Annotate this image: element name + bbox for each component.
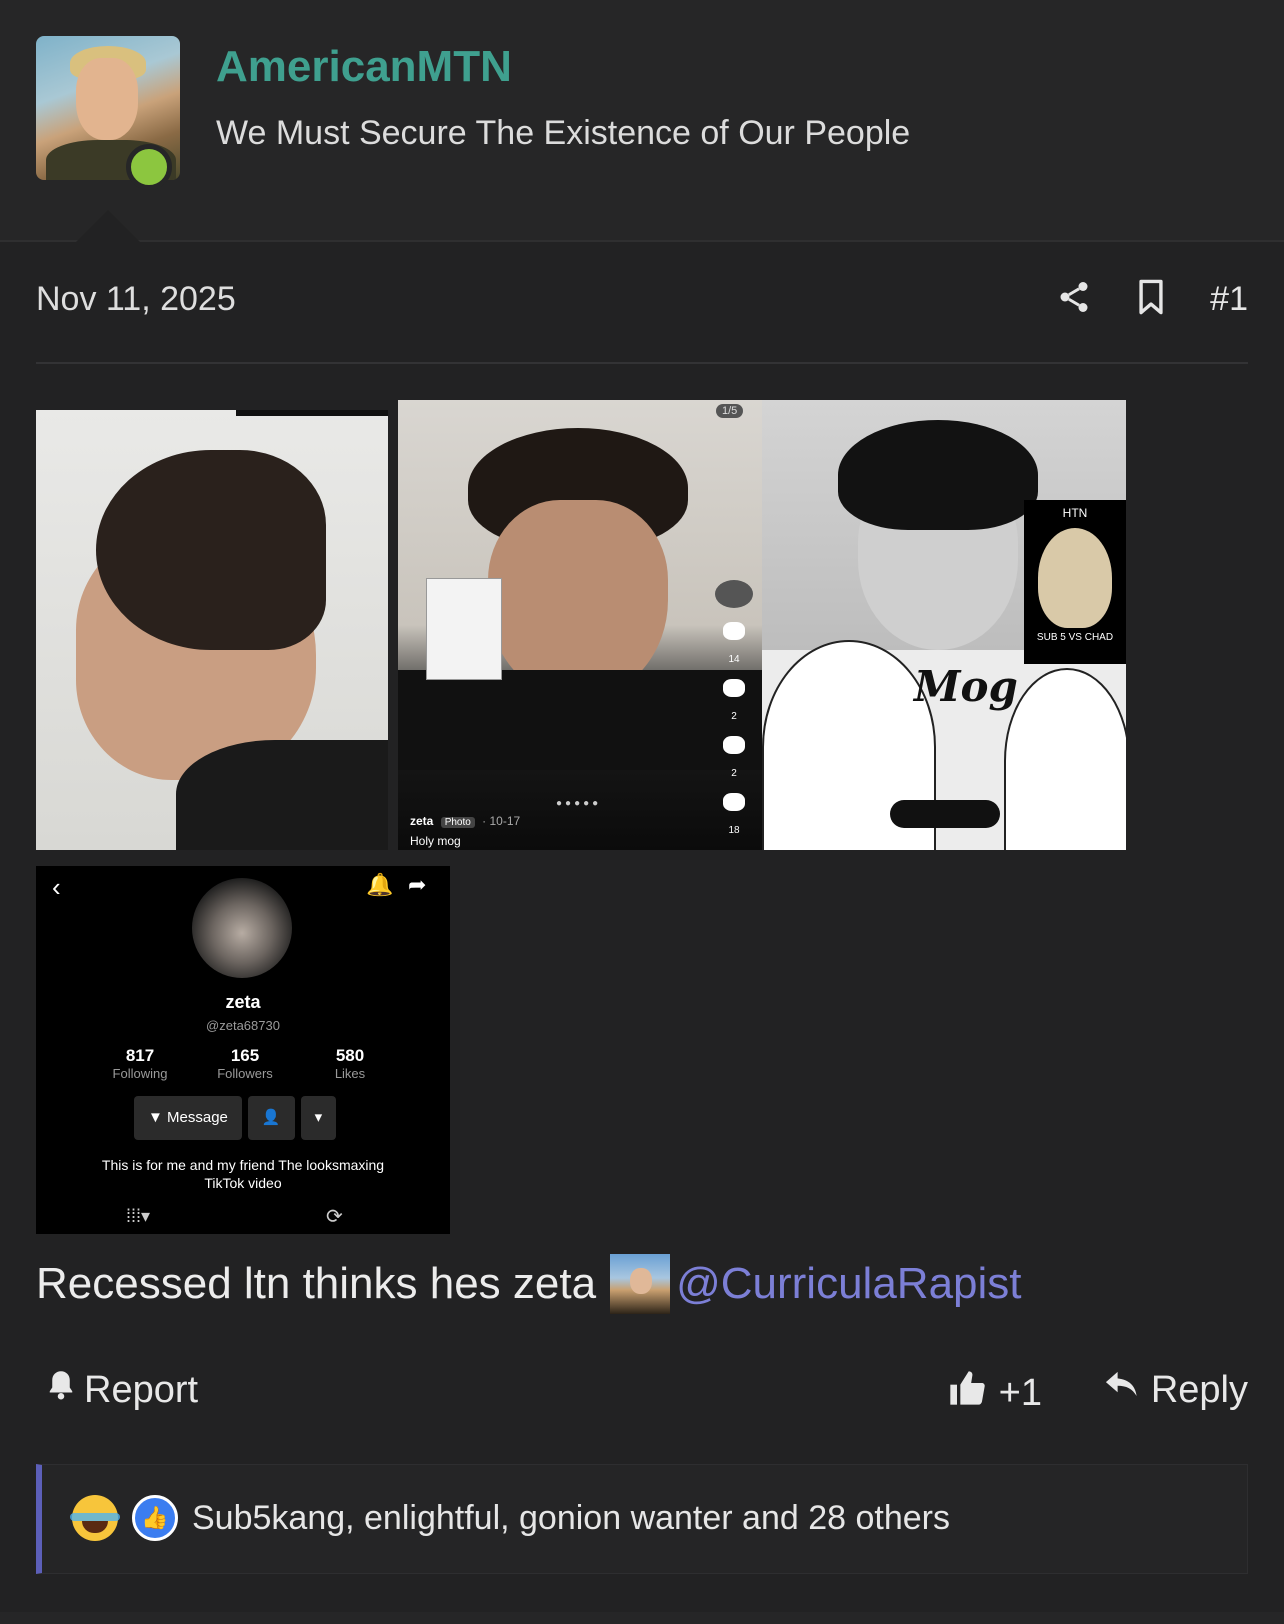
bio-line-2: TikTok video xyxy=(204,1175,282,1191)
dropdown-icon: ▾ xyxy=(300,1096,337,1140)
tiktok-caption-block: zeta Photo · 10-17 Holy mog xyxy=(410,812,520,850)
share-icon[interactable] xyxy=(1056,279,1092,320)
bell-icon xyxy=(46,1368,76,1412)
slide-counter: 1/5 xyxy=(716,404,744,418)
profile-buttons: ▼ Message 👤 ▾ xyxy=(134,1096,337,1140)
reply-button[interactable]: Reply xyxy=(1103,1368,1248,1412)
bell-icon: 🔔 xyxy=(366,872,394,897)
post-meta-actions: #1 xyxy=(1056,278,1248,321)
message-button: ▼ Message xyxy=(134,1096,242,1140)
stat-likes: 580 Likes xyxy=(300,1046,400,1081)
post-actions: Report +1 Reply xyxy=(36,1364,1248,1424)
message-label: Message xyxy=(167,1109,228,1126)
photo-shirt xyxy=(398,670,762,770)
like-count: 14 xyxy=(728,654,740,665)
post-bottom-edge xyxy=(0,1612,1284,1624)
reactions-summary[interactable]: Sub5kang, enlightful, gonion wanter and … xyxy=(192,1499,950,1538)
laughing-crying-emoji-icon xyxy=(70,1495,120,1541)
chevron-left-icon: ‹ xyxy=(52,872,61,902)
like-count: +1 xyxy=(998,1371,1042,1414)
tiktok-author: zeta xyxy=(410,814,434,828)
user-title: We Must Secure The Existence of Our Peop… xyxy=(216,114,911,152)
avatar-face xyxy=(76,58,138,140)
report-button[interactable]: Report xyxy=(46,1368,198,1412)
bookmark-icon[interactable] xyxy=(1134,278,1168,321)
profile-handle: @zeta68730 xyxy=(206,1018,280,1033)
post-number[interactable]: #1 xyxy=(1210,280,1248,319)
profile-bio: This is for me and my friend The looksma… xyxy=(76,1156,410,1192)
thumbs-up-icon xyxy=(947,1368,987,1418)
reply-arrow-icon xyxy=(1103,1368,1141,1412)
manga-panel xyxy=(426,578,502,680)
skull-icon xyxy=(1038,528,1112,628)
report-label: Report xyxy=(84,1368,199,1411)
like-reaction-icon: 👍 xyxy=(132,1495,178,1541)
username[interactable]: AmericanMTN xyxy=(216,42,512,92)
attachment-side-profile-photo[interactable] xyxy=(36,410,388,850)
stat-following: 817 Following xyxy=(90,1046,190,1081)
header-notch xyxy=(76,210,140,242)
htn-caption: SUB 5 VS CHAD xyxy=(1036,632,1114,643)
grid-tab-icon: ⁞⁞⁞▾ xyxy=(126,1206,151,1226)
stat-label: Followers xyxy=(217,1066,273,1081)
heart-icon xyxy=(723,622,745,640)
mog-word: Mog xyxy=(914,662,1018,711)
comment-count: 2 xyxy=(731,711,737,722)
stat-label: Likes xyxy=(334,1066,366,1081)
stat-value: 580 xyxy=(335,1046,365,1065)
stat-label: Following xyxy=(112,1066,168,1081)
profile-stats: 817 Following 165 Followers 580 Likes xyxy=(90,1046,400,1081)
creator-avatar xyxy=(715,580,753,608)
user-mention-link[interactable]: @CurriculaRapist xyxy=(676,1259,1021,1309)
profile-avatar xyxy=(192,878,292,978)
share-arrow-icon: ➦ xyxy=(408,872,427,897)
share-count: 18 xyxy=(728,825,740,836)
photo-top-bar xyxy=(236,410,388,416)
meme-hair xyxy=(838,420,1038,530)
carousel-dots: ●●●●● xyxy=(556,798,602,809)
add-friend-icon: 👤 xyxy=(247,1096,295,1140)
attachment-mog-meme[interactable]: HTN SUB 5 VS CHAD Mog xyxy=(762,400,1126,850)
photo-shirt xyxy=(176,740,388,850)
share-arrow-icon xyxy=(723,793,745,811)
bookmark-icon xyxy=(723,736,745,754)
comment-icon xyxy=(723,679,745,697)
black-pill xyxy=(890,800,1000,828)
tiktok-side-buttons: 14 2 2 18 xyxy=(714,580,754,836)
tiktok-caption: Holy mog xyxy=(410,834,461,848)
tiktok-date: · 10-17 xyxy=(482,814,521,828)
stat-followers: 165 Followers xyxy=(195,1046,295,1081)
reply-label: Reply xyxy=(1150,1368,1248,1411)
stat-value: 817 xyxy=(125,1046,155,1065)
attachment-tiktok-profile[interactable]: ‹ 🔔 ➦ zeta @zeta68730 817 Following 165 … xyxy=(36,866,450,1234)
meta-divider xyxy=(36,362,1248,364)
profile-name: zeta xyxy=(225,992,261,1012)
reactions-inner: 👍 Sub5kang, enlightful, gonion wanter an… xyxy=(70,1495,950,1541)
attachment-tiktok-screenshot[interactable]: 1/5 14 2 2 18 ●●●●● zeta Photo · 10-17 H… xyxy=(398,400,762,850)
post-header: AmericanMTN We Must Secure The Existence… xyxy=(0,0,1284,242)
mention-avatar xyxy=(610,1254,671,1314)
htn-label: HTN xyxy=(1062,506,1088,520)
photo-badge: Photo xyxy=(440,817,475,828)
photo-hair xyxy=(96,450,326,650)
like-button[interactable]: +1 xyxy=(947,1368,1042,1418)
online-status-indicator xyxy=(126,144,172,190)
post-meta: Nov 11, 2025 #1 xyxy=(36,278,1248,324)
mention-avatar-face xyxy=(630,1268,653,1294)
htn-box: HTN SUB 5 VS CHAD xyxy=(1024,500,1126,664)
repost-tab-icon: ⟳ xyxy=(326,1206,343,1228)
stat-value: 165 xyxy=(230,1046,260,1065)
wojak-pointing-drawing xyxy=(1004,668,1126,850)
post-date[interactable]: Nov 11, 2025 xyxy=(36,280,236,319)
post-body: Recessed ltn thinks hes zeta @CurriculaR… xyxy=(36,1254,1022,1314)
bio-line-1: This is for me and my friend The looksma… xyxy=(101,1157,385,1173)
post-text: Recessed ltn thinks hes zeta xyxy=(36,1259,597,1308)
reactions-bar[interactable]: 👍 Sub5kang, enlightful, gonion wanter an… xyxy=(36,1464,1248,1574)
save-count: 2 xyxy=(731,768,737,779)
